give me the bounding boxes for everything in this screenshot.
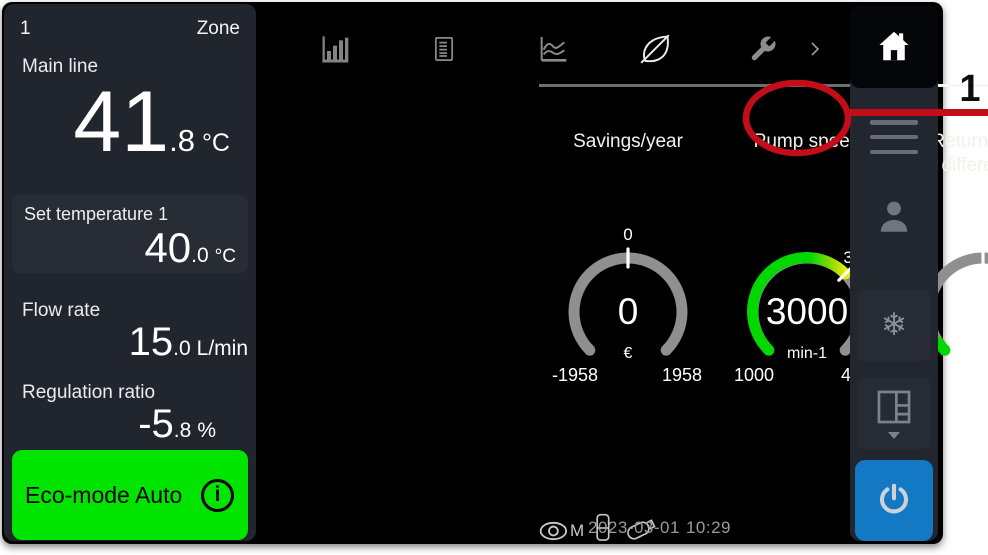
main-area: Savings/year00€-19581958Pump speed300030… [258, 2, 850, 544]
time: 10:29 [686, 518, 731, 537]
snowflake-icon: ❄ [881, 310, 907, 341]
floor-plan-icon [875, 388, 913, 429]
gauge-unit: min-1 [787, 345, 827, 362]
chevron-right-icon [806, 40, 824, 61]
nav-sidebar: ❄ [850, 6, 938, 541]
set-temperature-label: Set temperature 1 [24, 204, 168, 225]
value-unit: °C [215, 246, 236, 268]
tab-log[interactable] [422, 28, 466, 72]
gauge-min: -1958 [552, 365, 598, 384]
zone-number: 1 [20, 18, 31, 40]
menu-icon [870, 120, 918, 125]
value-int: 41 [73, 76, 169, 168]
value-int: 40 [144, 225, 191, 271]
zone-label: Zone [197, 18, 240, 40]
value-int: 15 [129, 320, 174, 364]
value-dec: .0 [173, 337, 191, 361]
value-unit: L/min [197, 337, 248, 361]
datetime: 2023-03-01 10:29 [588, 518, 731, 538]
line-chart-icon [536, 33, 570, 68]
value-unit: °C [202, 129, 230, 158]
device-screen: 1 Zone Main line 41.8°C Set temperature … [2, 2, 943, 544]
set-temperature-card[interactable]: Set temperature 1 40.0 °C [12, 195, 248, 273]
menu-button[interactable] [870, 120, 918, 154]
value-int: -5 [138, 402, 174, 446]
zone-header: 1 Zone [20, 18, 240, 40]
chevron-down-icon [888, 432, 900, 439]
flow-rate-value: 15.0L/min [129, 320, 248, 364]
wrench-icon [748, 34, 778, 67]
defrost-button[interactable]: ❄ [857, 290, 931, 361]
regulation-ratio-label: Regulation ratio [22, 382, 155, 404]
eco-mode-button[interactable]: Eco-mode Auto i [12, 450, 248, 540]
value-dec: .8 [174, 419, 192, 443]
regulation-ratio-value: -5.8% [138, 402, 216, 446]
zones-button[interactable] [857, 378, 931, 449]
home-icon [875, 27, 913, 68]
set-temperature-value: 40.0 °C [144, 225, 236, 271]
annotation-label: 1 [950, 68, 988, 111]
power-button[interactable] [855, 460, 933, 541]
info-icon[interactable]: i [201, 479, 234, 512]
tab-settings[interactable] [741, 28, 785, 72]
annotated-screenshot: 1 Zone Main line 41.8°C Set temperature … [0, 0, 988, 555]
user-icon [876, 224, 912, 239]
value-unit: % [197, 419, 216, 443]
power-icon [876, 481, 912, 520]
main-line-value: 41.8°C [73, 76, 230, 168]
gauge-min: 1000 [734, 365, 774, 384]
gauge-unit: € [624, 345, 633, 362]
gauge-unit: K [978, 345, 988, 362]
gauge-value: 3000 [766, 291, 848, 332]
gauge-value: 0 [618, 291, 639, 332]
leaf-icon [637, 31, 673, 70]
gauge-dial: 0 0 € -1958 1958 [533, 224, 723, 384]
tab-underline-track [539, 84, 861, 87]
bar-chart-icon [319, 33, 351, 68]
monitor-letter: M [570, 521, 584, 541]
gauge-value: 0.8 [957, 291, 988, 332]
eye-monitor-icon: M [539, 518, 584, 544]
eco-mode-label: Eco-mode Auto [25, 482, 182, 509]
gauge-title: Savings/year [533, 130, 723, 224]
gauge-marker-label: 10 [974, 225, 988, 244]
flow-rate-label: Flow rate [22, 300, 100, 322]
value-dec: .8 [169, 123, 195, 159]
gauge-savings-year: Savings/year00€-19581958 [533, 130, 723, 389]
tab-eco[interactable] [633, 28, 677, 72]
gauge-max: 1958 [662, 365, 702, 384]
user-button[interactable] [876, 196, 912, 236]
document-icon [430, 34, 458, 67]
home-button[interactable] [850, 6, 938, 88]
date: 2023-03-01 [588, 518, 680, 537]
tab-statistics[interactable] [313, 28, 357, 72]
gauge-marker-label: 0 [623, 225, 632, 244]
tab-trends[interactable] [531, 28, 575, 72]
tab-more[interactable] [800, 28, 830, 72]
value-dec: .0 [191, 244, 209, 268]
zone-panel: 1 Zone Main line 41.8°C Set temperature … [4, 4, 256, 541]
